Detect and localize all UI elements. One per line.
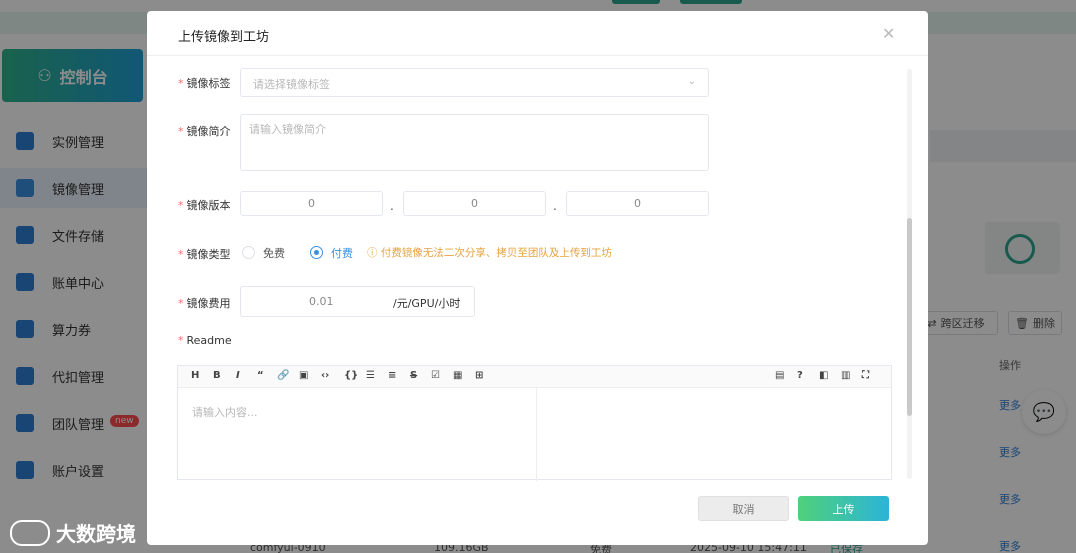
version-separator: . — [390, 199, 394, 213]
heading-icon[interactable]: H — [191, 370, 199, 381]
split-view-icon[interactable]: ▥ — [841, 370, 850, 381]
editor-split-divider — [536, 388, 537, 481]
cancel-button[interactable]: 取消 — [698, 496, 789, 521]
code-block-icon[interactable]: {} — [344, 370, 358, 381]
toc-icon[interactable]: ▤ — [775, 370, 784, 381]
version-minor-input[interactable]: 0 — [403, 191, 546, 216]
required-mark: * — [178, 297, 184, 310]
ordered-list-icon[interactable]: ≡ — [388, 370, 396, 381]
required-mark: * — [178, 248, 184, 261]
version-major-input[interactable]: 0 — [240, 191, 383, 216]
help-icon[interactable]: ? — [797, 370, 803, 381]
version-label: * 镜像版本 — [178, 199, 231, 212]
paid-warning: ⓘ 付费镜像无法二次分享、拷贝至团队及上传到工坊 — [367, 247, 612, 259]
dialog-title: 上传镜像到工坊 — [178, 30, 270, 45]
warning-icon: ⓘ — [367, 247, 381, 259]
scrollbar-thumb[interactable] — [907, 218, 912, 416]
fee-input[interactable]: 0.01 /元/GPU/小时 — [240, 286, 475, 317]
radio-free[interactable] — [242, 246, 255, 259]
tag-select[interactable]: 请选择镜像标签 ⌄ — [240, 68, 709, 97]
intro-label: * 镜像简介 — [178, 125, 231, 138]
grid-icon[interactable]: ⊞ — [475, 370, 483, 381]
required-mark: * — [178, 199, 184, 212]
type-label: * 镜像类型 — [178, 248, 231, 261]
bold-icon[interactable]: B — [213, 370, 221, 381]
image-icon[interactable]: ▣ — [299, 370, 308, 381]
chevron-down-icon: ⌄ — [687, 76, 696, 87]
watermark-logo-icon — [10, 519, 50, 546]
unordered-list-icon[interactable]: ☰ — [366, 370, 375, 381]
fee-value: 0.01 — [309, 295, 334, 308]
dialog-divider — [147, 55, 928, 56]
code-icon[interactable]: ‹› — [321, 370, 329, 381]
tag-label: * 镜像标签 — [178, 77, 231, 90]
intro-placeholder: 请输入镜像简介 — [249, 123, 326, 136]
preview-icon[interactable]: ◧ — [819, 370, 828, 381]
intro-textarea[interactable]: 请输入镜像简介 — [240, 114, 709, 171]
version-patch-input[interactable]: 0 — [566, 191, 709, 216]
checklist-icon[interactable]: ☑ — [431, 370, 440, 381]
required-mark: * — [178, 334, 184, 347]
quote-icon[interactable]: “ — [257, 370, 264, 381]
close-icon[interactable]: ✕ — [882, 24, 895, 43]
radio-free-label[interactable]: 免费 — [263, 245, 285, 261]
italic-icon[interactable]: I — [236, 370, 240, 381]
upload-button[interactable]: 上传 — [798, 496, 889, 521]
strikethrough-icon[interactable]: S — [410, 370, 417, 381]
radio-paid-label[interactable]: 付费 — [331, 245, 353, 261]
version-separator: . — [553, 199, 557, 213]
required-mark: * — [178, 125, 184, 138]
fee-label: * 镜像费用 — [178, 297, 231, 310]
tag-placeholder: 请选择镜像标签 — [253, 78, 330, 91]
editor-toolbar: H B I “ 🔗 ▣ ‹› {} ☰ ≡ S ☑ ▦ ⊞ ▤ ? ◧ ▥ ⛶ — [178, 366, 891, 388]
radio-paid[interactable] — [310, 246, 323, 259]
fullscreen-icon[interactable]: ⛶ — [862, 370, 869, 381]
watermark-text: 大数跨境 — [56, 522, 136, 546]
table-icon[interactable]: ▦ — [453, 370, 462, 381]
upload-dialog: 上传镜像到工坊 ✕ * 镜像标签 请选择镜像标签 ⌄ * 镜像简介 请输入镜像简介 … — [147, 11, 928, 545]
fee-unit: /元/GPU/小时 — [393, 297, 461, 310]
watermark: 大数跨境 — [10, 518, 136, 547]
link-icon[interactable]: 🔗 — [277, 370, 289, 381]
required-mark: * — [178, 77, 184, 90]
editor-placeholder: 请输入内容... — [192, 406, 258, 419]
readme-editor[interactable]: H B I “ 🔗 ▣ ‹› {} ☰ ≡ S ☑ ▦ ⊞ ▤ ? ◧ ▥ ⛶ … — [177, 365, 892, 481]
readme-label: * Readme — [178, 334, 232, 347]
